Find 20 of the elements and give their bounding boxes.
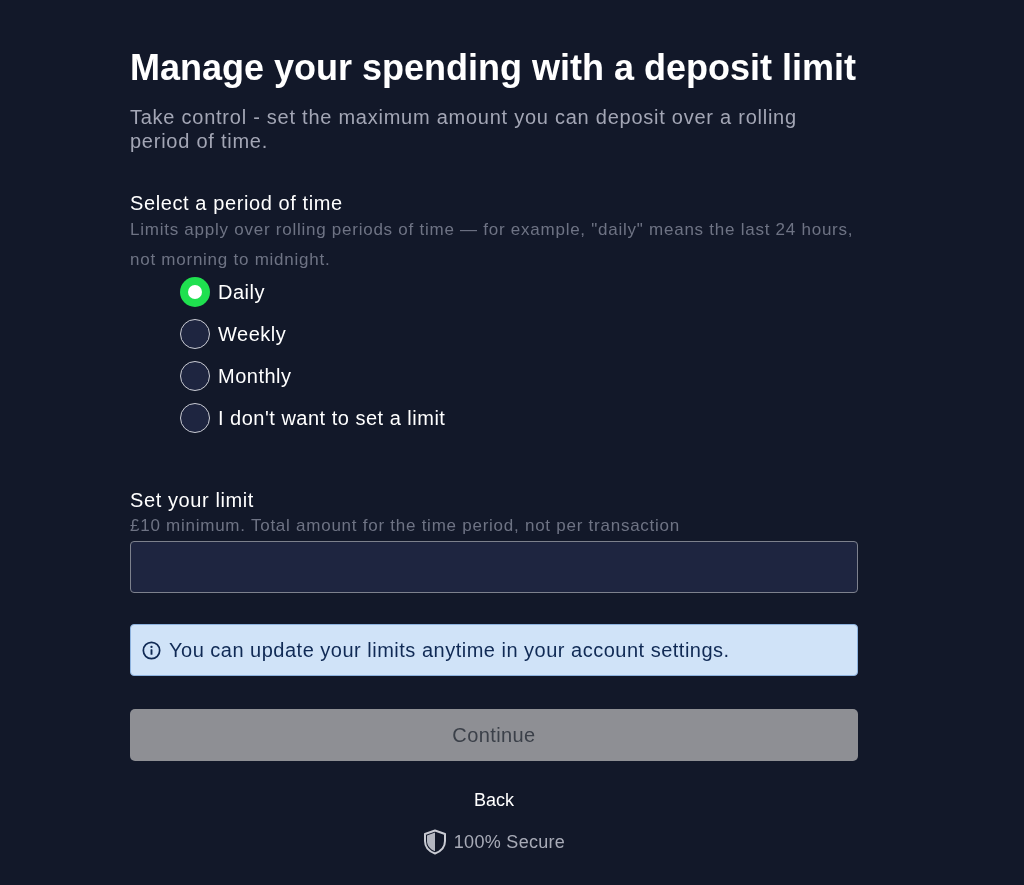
- radio-button[interactable]: [180, 361, 210, 391]
- limit-input-field[interactable]: [130, 541, 858, 593]
- limit-label: Set your limit: [130, 488, 255, 512]
- radio-button[interactable]: [180, 319, 210, 349]
- back-link[interactable]: Back: [474, 789, 514, 811]
- period-help-text: Limits apply over rolling periods of time — for example, "daily" means the last 24 hours, not morning to midnight.: [130, 219, 855, 271]
- limit-hint: £10 minimum. Total amount for the time period, not per transaction: [130, 516, 681, 536]
- secure-label: 100% Secure: [453, 831, 566, 853]
- notice-text: You can update your limits anytime in your account settings.: [169, 638, 730, 662]
- radio-button[interactable]: [180, 403, 210, 433]
- period-label: Select a period of time: [130, 191, 344, 215]
- radio-label[interactable]: Monthly: [218, 364, 292, 388]
- radio-label[interactable]: Weekly: [218, 322, 287, 346]
- radio-label[interactable]: I don't want to set a limit: [218, 406, 446, 430]
- info-icon: [142, 640, 161, 660]
- shield-icon: [422, 829, 447, 855]
- page-title: Manage your spending with a deposit limit: [130, 48, 858, 88]
- radio-label[interactable]: Daily: [218, 280, 265, 304]
- radio-button[interactable]: [180, 277, 210, 307]
- page-subtitle: Take control - set the maximum amount you can deposit over a rolling period of time.: [130, 105, 798, 153]
